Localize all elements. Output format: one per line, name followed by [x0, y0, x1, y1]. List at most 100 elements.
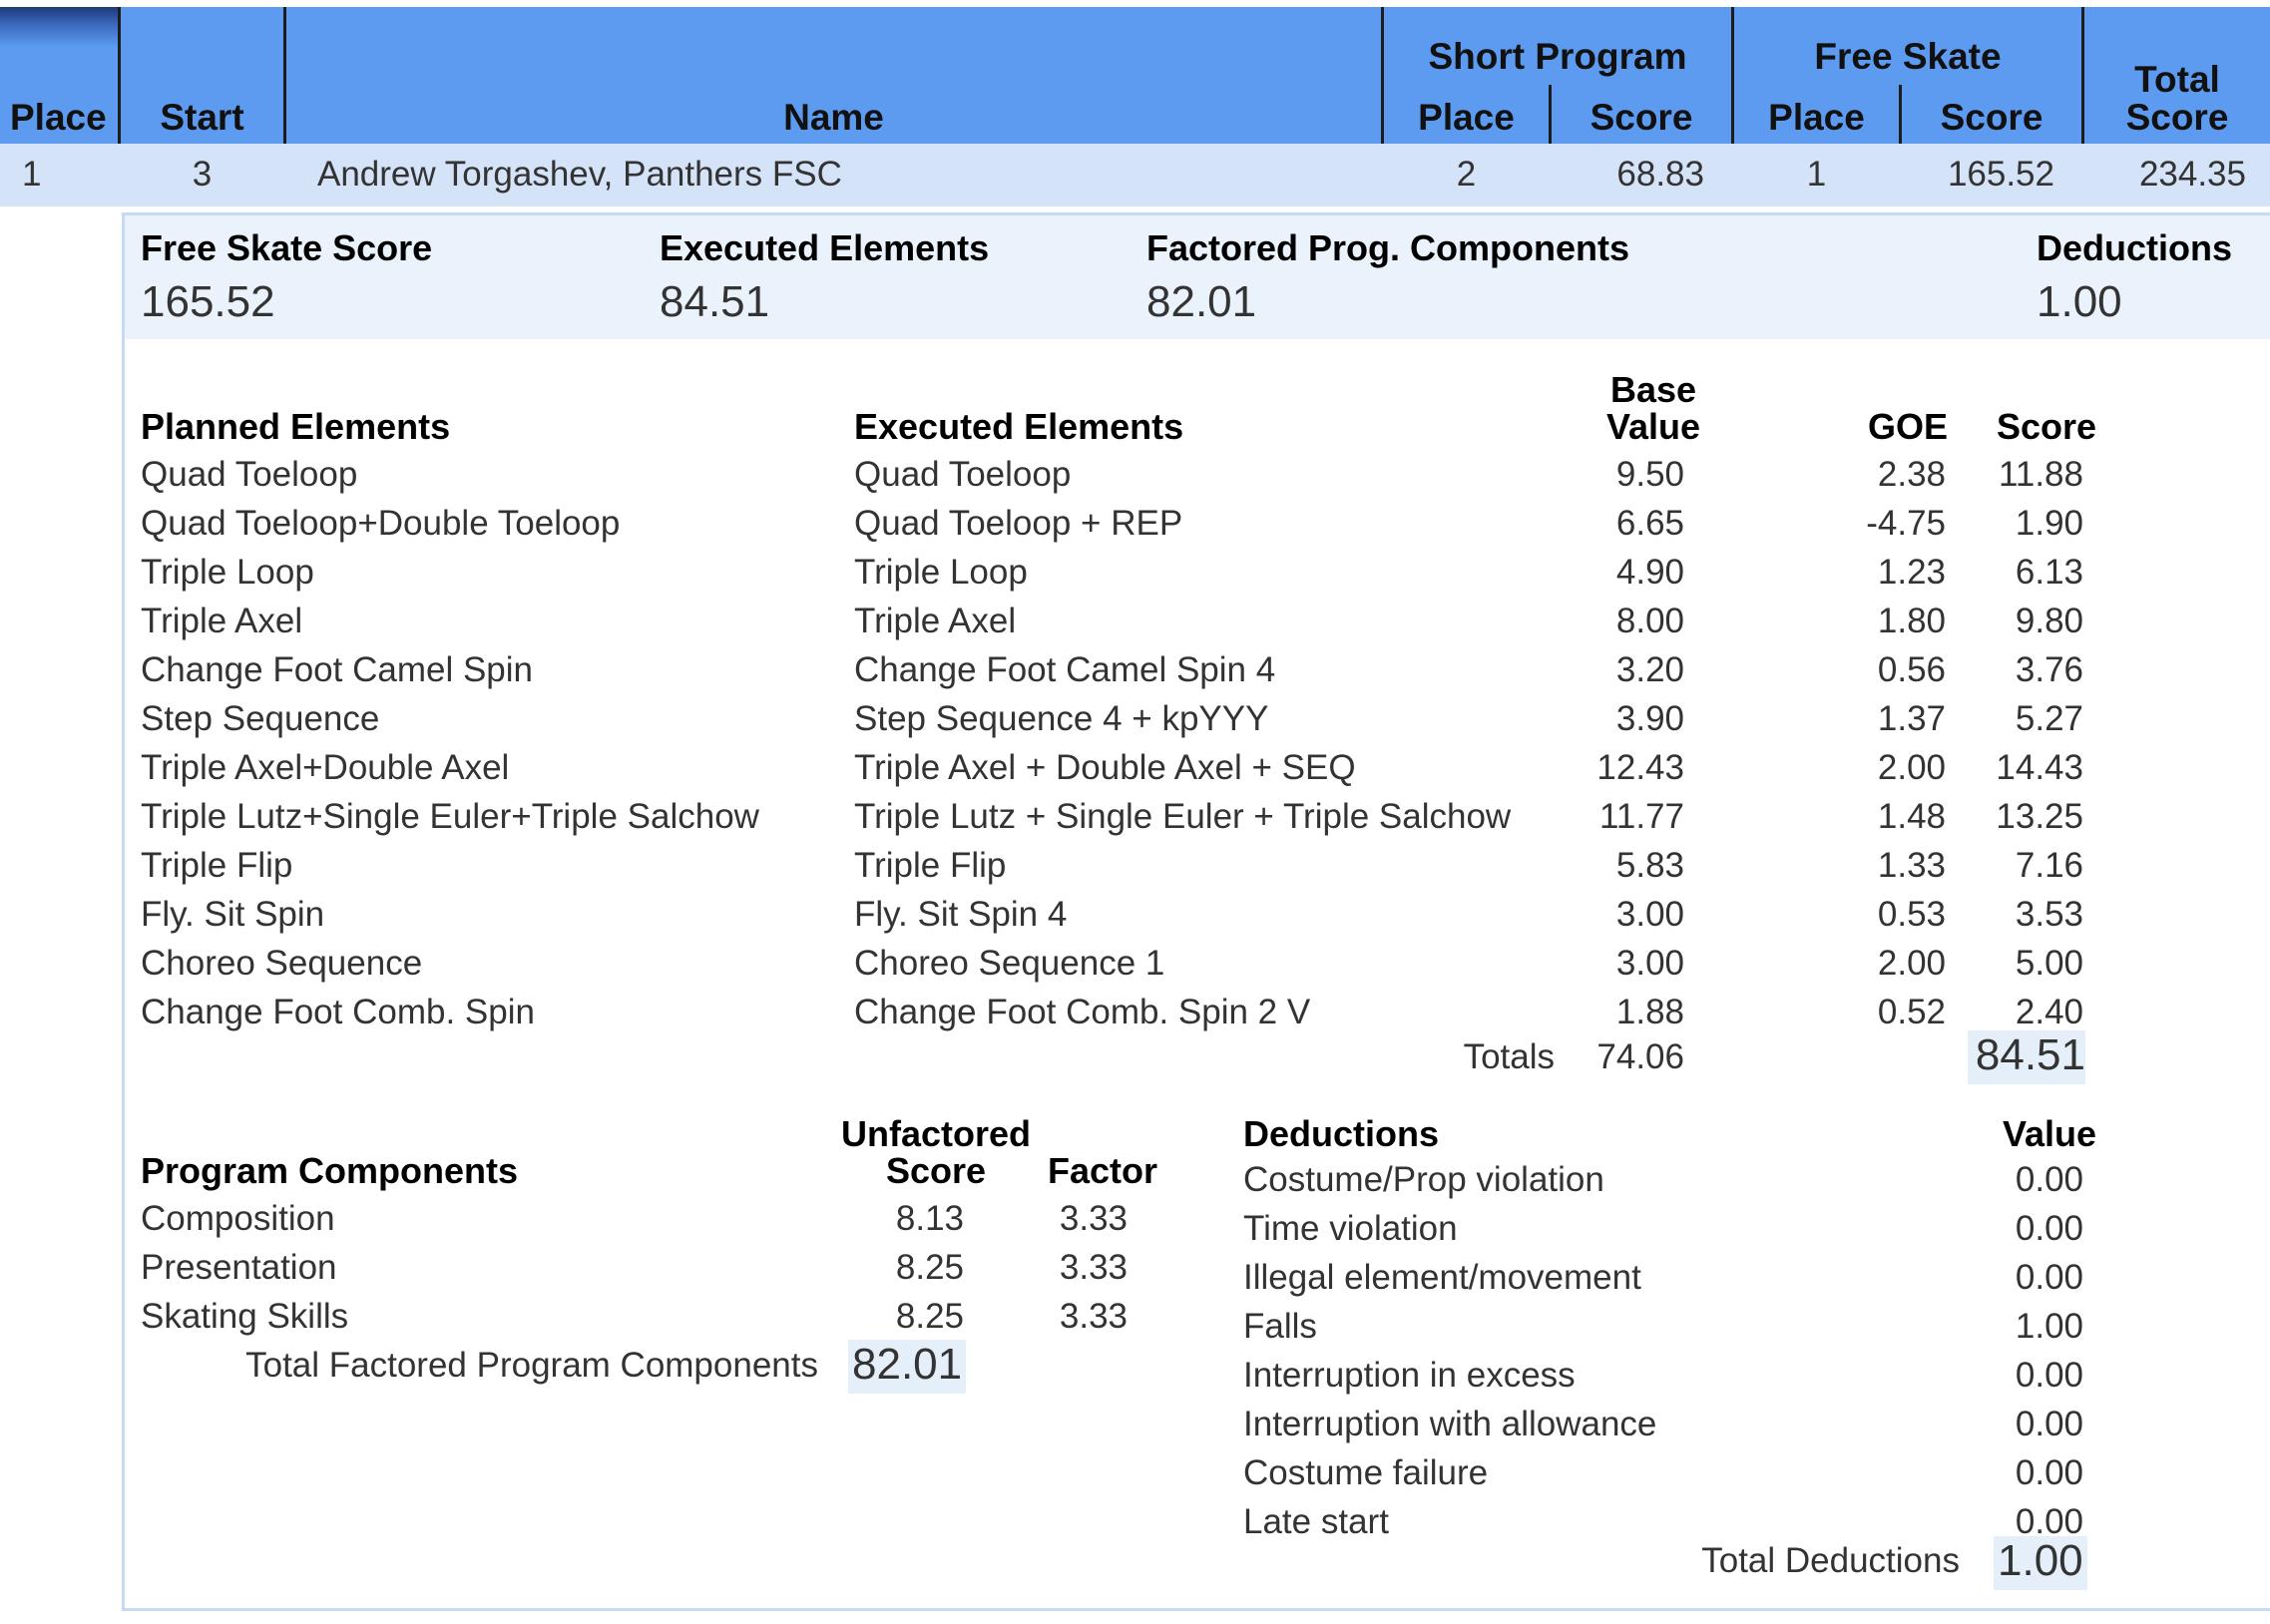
planned-element-name: Quad Toeloop: [141, 455, 358, 494]
deduction-value: 0.00: [2015, 1453, 2083, 1492]
element-goe: 0.52: [1877, 993, 1946, 1031]
program-components-header: Program Components: [141, 1150, 519, 1191]
element-base-value: 9.50: [1615, 455, 1684, 494]
element-goe: 2.38: [1877, 455, 1946, 494]
planned-element-name: Quad Toeloop+Double Toeloop: [141, 504, 621, 543]
element-score: 7.16: [2015, 846, 2083, 885]
deduction-value: 0.00: [2015, 1258, 2083, 1297]
free-skate-group-header: Free Skate: [1814, 36, 2002, 77]
sp-place-column-header[interactable]: Place: [1384, 97, 1549, 139]
component-name: Presentation: [141, 1248, 337, 1287]
executed-element-name: Fly. Sit Spin 4: [854, 895, 1068, 934]
element-base-value: 5.83: [1615, 846, 1684, 885]
element-base-value: 6.65: [1615, 504, 1684, 543]
row-place: 1: [22, 155, 42, 194]
total-deductions-value: 1.00: [1994, 1536, 2087, 1590]
fs-score-column-header[interactable]: Score: [1902, 97, 2081, 139]
deduction-name: Costume/Prop violation: [1243, 1160, 1604, 1199]
executed-element-name: Choreo Sequence 1: [854, 944, 1165, 983]
deduction-name: Time violation: [1243, 1209, 1458, 1248]
element-goe: -4.75: [1866, 504, 1946, 543]
element-base-value: 11.77: [1599, 797, 1684, 836]
element-goe: 1.48: [1877, 797, 1946, 836]
element-goe: 0.53: [1877, 895, 1946, 934]
executed-elements-value: 84.51: [660, 277, 770, 326]
total-score-column-header-line2[interactable]: Score: [2084, 97, 2270, 139]
element-score: 14.43: [1996, 748, 2083, 787]
unfactored-header-line2: Score: [885, 1150, 987, 1191]
name-column-header[interactable]: Name: [286, 97, 1381, 139]
element-base-value: 3.00: [1615, 944, 1684, 983]
element-goe: 1.33: [1877, 846, 1946, 885]
element-goe: 2.00: [1877, 748, 1946, 787]
element-score: 5.00: [2015, 944, 2083, 983]
base-value-header-line2: Value: [1605, 406, 1701, 447]
planned-element-name: Triple Axel+Double Axel: [141, 748, 510, 787]
fs-score-value: 165.52: [141, 277, 275, 326]
planned-element-name: Change Foot Camel Spin: [141, 650, 533, 689]
deductions-summary-label: Deductions: [2037, 227, 2233, 268]
score-header: Score: [1996, 406, 2096, 447]
row-skater-name: Andrew Torgashev, Panthers FSC: [317, 155, 842, 194]
sp-score-column-header[interactable]: Score: [1552, 97, 1731, 139]
element-goe: 2.00: [1877, 944, 1946, 983]
executed-element-name: Change Foot Comb. Spin 2 V: [854, 993, 1311, 1031]
deductions-header: Deductions: [1243, 1113, 1440, 1154]
skater-result-row[interactable]: 1 3 Andrew Torgashev, Panthers FSC 2 68.…: [0, 144, 2270, 206]
planned-element-name: Fly. Sit Spin: [141, 895, 325, 934]
planned-element-name: Choreo Sequence: [141, 944, 423, 983]
score-summary-strip: Free Skate Score 165.52 Executed Element…: [125, 215, 2270, 339]
component-name: Composition: [141, 1199, 335, 1238]
deduction-value-header: Value: [2002, 1113, 2096, 1154]
executed-elements-header: Executed Elements: [854, 406, 1184, 447]
goe-header: GOE: [1867, 406, 1948, 447]
deduction-value: 0.00: [2015, 1209, 2083, 1248]
component-unfactored-score: 8.25: [895, 1297, 964, 1336]
place-column-header[interactable]: Place: [10, 97, 107, 139]
deduction-value: 1.00: [2015, 1307, 2083, 1346]
fs-score-label: Free Skate Score: [141, 227, 433, 268]
element-score: 3.76: [2015, 650, 2083, 689]
element-score: 2.40: [2015, 993, 2083, 1031]
planned-element-name: Triple Loop: [141, 553, 314, 592]
element-base-value: 4.90: [1615, 553, 1684, 592]
element-score: 3.53: [2015, 895, 2083, 934]
element-base-value: 3.90: [1615, 699, 1684, 738]
element-base-value: 3.00: [1615, 895, 1684, 934]
totals-label: Totals: [1463, 1037, 1555, 1076]
start-column-header[interactable]: Start: [121, 97, 283, 139]
row-start: 3: [192, 155, 213, 194]
element-base-value: 3.20: [1615, 650, 1684, 689]
component-factor: 3.33: [1059, 1199, 1128, 1238]
element-score: 9.80: [2015, 602, 2083, 640]
component-factor: 3.33: [1059, 1248, 1128, 1287]
component-name: Skating Skills: [141, 1297, 349, 1336]
planned-element-name: Triple Axel: [141, 602, 303, 640]
deductions-summary-value: 1.00: [2037, 277, 2122, 326]
short-program-group-header: Short Program: [1428, 36, 1687, 77]
planned-element-name: Step Sequence: [141, 699, 380, 738]
element-score: 6.13: [2015, 553, 2083, 592]
deduction-value: 0.00: [2015, 1160, 2083, 1199]
deduction-name: Interruption in excess: [1243, 1356, 1576, 1395]
planned-element-name: Triple Lutz+Single Euler+Triple Salchow: [141, 797, 759, 836]
deduction-name: Illegal element/movement: [1243, 1258, 1641, 1297]
fs-place-column-header[interactable]: Place: [1734, 97, 1899, 139]
component-unfactored-score: 8.25: [895, 1248, 964, 1287]
factor-header: Factor: [1047, 1150, 1158, 1191]
executed-elements-label: Executed Elements: [660, 227, 990, 268]
deduction-value: 0.00: [2015, 1356, 2083, 1395]
component-factor: 3.33: [1059, 1297, 1128, 1336]
element-goe: 1.37: [1877, 699, 1946, 738]
planned-element-name: Triple Flip: [141, 846, 293, 885]
component-unfactored-score: 8.13: [895, 1199, 964, 1238]
executed-element-name: Triple Axel: [854, 602, 1017, 640]
executed-element-name: Quad Toeloop: [854, 455, 1072, 494]
base-value-header-line1: Base: [1609, 369, 1697, 410]
element-goe: 0.56: [1877, 650, 1946, 689]
total-score-column-header-line1[interactable]: Total: [2084, 59, 2270, 101]
row-sp-place: 2: [1456, 155, 1477, 194]
planned-elements-header: Planned Elements: [141, 406, 451, 447]
deduction-value: 0.00: [2015, 1405, 2083, 1443]
element-base-value: 1.88: [1615, 993, 1684, 1031]
